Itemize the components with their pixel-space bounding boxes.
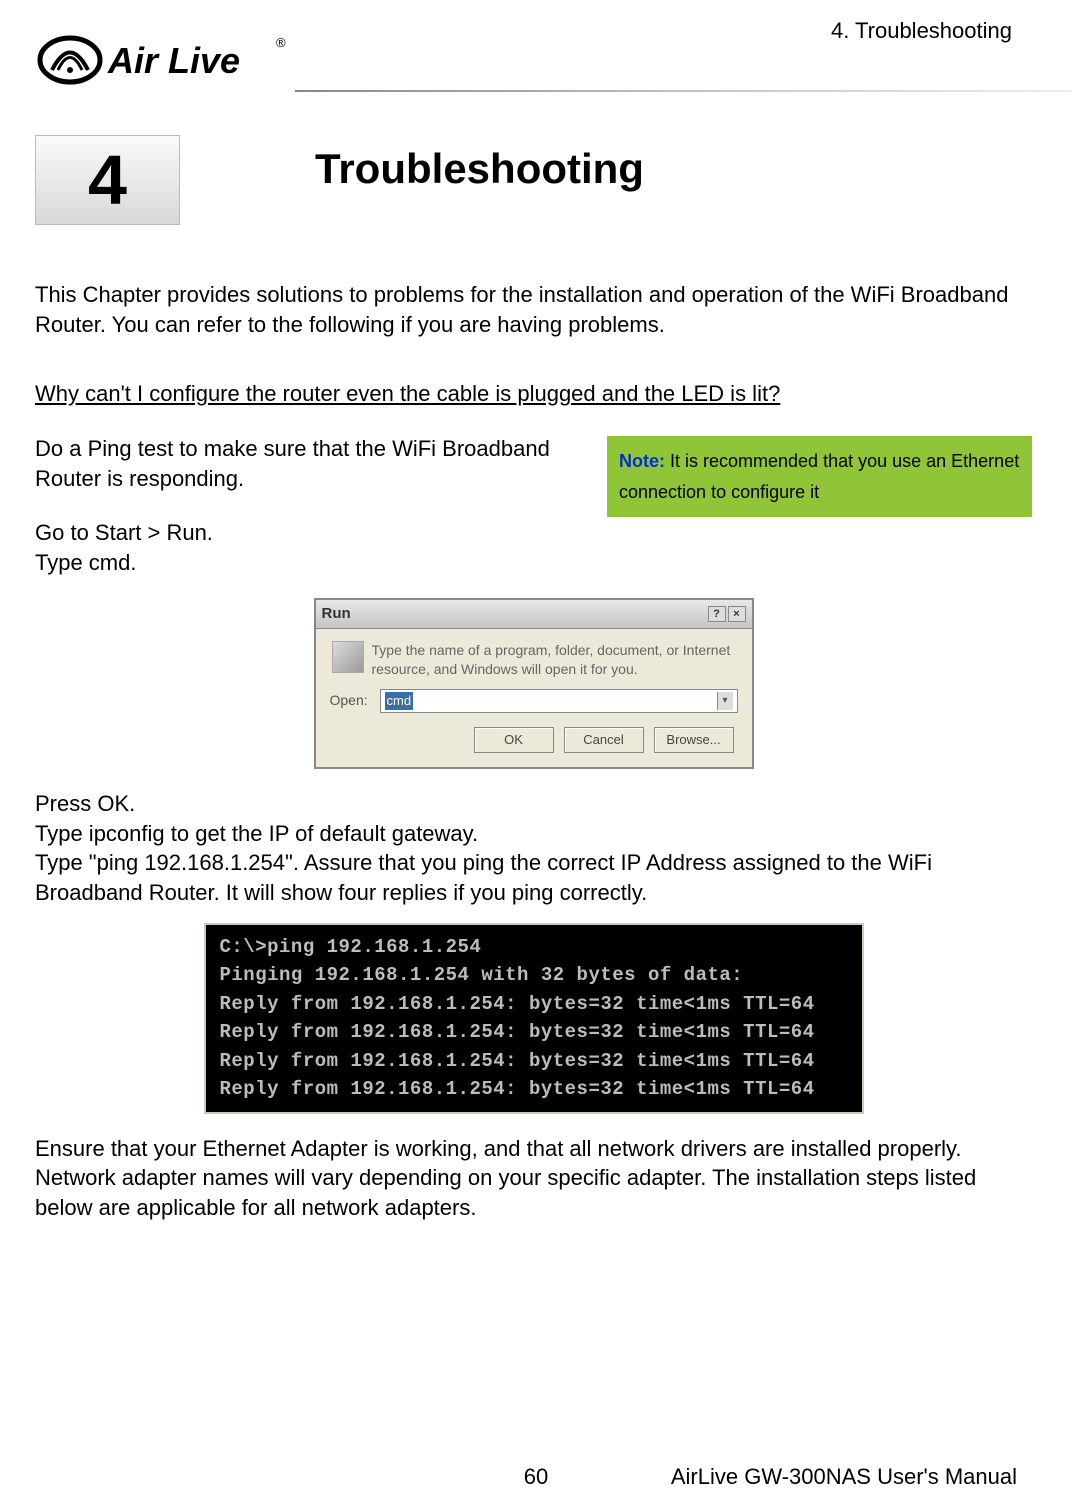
svg-text:Air Live: Air Live xyxy=(107,40,240,81)
cancel-button[interactable]: Cancel xyxy=(564,727,644,753)
step-ping: Type "ping 192.168.1.254". Assure that y… xyxy=(35,848,1032,907)
brand-logo: Air Live ® xyxy=(30,25,290,95)
step-ipconfig: Type ipconfig to get the IP of default g… xyxy=(35,819,1032,849)
open-input[interactable]: cmd ▾ xyxy=(380,689,738,713)
chevron-down-icon[interactable]: ▾ xyxy=(717,692,733,710)
page-number: 60 xyxy=(524,1464,548,1490)
note-box: Note: It is recommended that you use an … xyxy=(607,436,1032,517)
intro-paragraph: This Chapter provides solutions to probl… xyxy=(35,280,1032,339)
question-heading: Why can't I configure the router even th… xyxy=(35,379,1032,409)
run-description: Type the name of a program, folder, docu… xyxy=(330,641,738,679)
press-ok: Press OK. xyxy=(35,789,1032,819)
run-titlebar: Run ? × xyxy=(316,600,752,629)
chapter-number-box: 4 xyxy=(35,135,180,225)
help-icon[interactable]: ? xyxy=(708,606,726,622)
cmd-output: C:\>ping 192.168.1.254Pinging 192.168.1.… xyxy=(204,923,864,1114)
ok-button[interactable]: OK xyxy=(474,727,554,753)
header-section-label: 4. Troubleshooting xyxy=(831,18,1012,44)
header-divider xyxy=(295,90,1072,92)
close-icon[interactable]: × xyxy=(728,606,746,622)
note-text: It is recommended that you use an Ethern… xyxy=(619,451,1019,502)
open-input-value: cmd xyxy=(385,692,414,710)
chapter-number: 4 xyxy=(88,140,127,220)
browse-button[interactable]: Browse... xyxy=(654,727,734,753)
run-dialog: Run ? × Type the name of a program, fold… xyxy=(314,598,754,769)
svg-text:®: ® xyxy=(276,35,286,50)
step-cmd: Type cmd. xyxy=(35,548,1032,578)
closing-paragraph: Ensure that your Ethernet Adapter is wor… xyxy=(35,1134,1032,1223)
manual-name: AirLive GW-300NAS User's Manual xyxy=(671,1464,1017,1490)
page-title: Troubleshooting xyxy=(315,145,644,193)
run-app-icon xyxy=(332,641,364,673)
open-label: Open: xyxy=(330,691,372,710)
run-title: Run xyxy=(322,604,351,624)
step-run: Go to Start > Run. xyxy=(35,518,1032,548)
note-label: Note: xyxy=(619,451,665,471)
